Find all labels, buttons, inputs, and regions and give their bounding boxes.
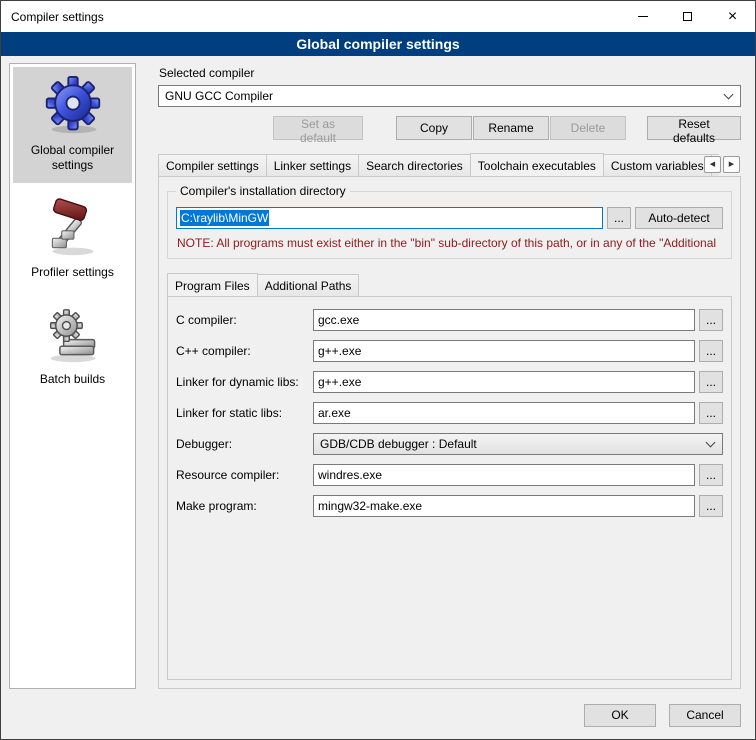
make-program-input[interactable] <box>313 495 695 517</box>
debugger-label: Debugger: <box>176 437 313 451</box>
field-row-c-compiler: C compiler: ... <box>176 309 723 331</box>
compiler-select-value: GNU GCC Compiler <box>165 89 273 103</box>
resource-compiler-input[interactable] <box>313 464 695 486</box>
hammer-icon <box>43 197 103 257</box>
c-compiler-input[interactable] <box>313 309 695 331</box>
compiler-actions: Set as default Copy Rename Delete Reset … <box>158 116 741 140</box>
tab-additional-paths[interactable]: Additional Paths <box>257 274 360 296</box>
tab-linker-settings[interactable]: Linker settings <box>266 154 359 176</box>
arrow-left-icon: ◀ <box>710 161 715 168</box>
program-files-panel: C compiler: ... C++ compiler: ... Linker… <box>167 296 732 680</box>
chevron-down-icon <box>724 90 734 100</box>
installation-directory-row: C:\raylib\MinGW ... Auto-detect <box>176 207 723 229</box>
field-row-static-linker: Linker for static libs: ... <box>176 402 723 424</box>
sidebar-item-batch-builds[interactable]: Batch builds <box>13 296 132 397</box>
field-row-debugger: Debugger: GDB/CDB debugger : Default <box>176 433 723 455</box>
field-row-cpp-compiler: C++ compiler: ... <box>176 340 723 362</box>
field-row-make-program: Make program: ... <box>176 495 723 517</box>
tab-scroll-left-button[interactable]: ◀ <box>704 156 721 173</box>
dynamic-linker-browse-button[interactable]: ... <box>699 371 723 393</box>
delete-button[interactable]: Delete <box>550 116 626 140</box>
sidebar-item-global-compiler-settings[interactable]: Global compiler settings <box>13 67 132 183</box>
gears-gray-icon <box>43 304 103 364</box>
sidebar-item-label: Global compiler settings <box>15 143 130 173</box>
compiler-select[interactable]: GNU GCC Compiler <box>158 85 741 107</box>
cancel-button[interactable]: Cancel <box>669 704 741 727</box>
toolchain-executables-panel: Compiler's installation directory C:\ray… <box>158 176 741 689</box>
cpp-compiler-browse-button[interactable]: ... <box>699 340 723 362</box>
c-compiler-browse-button[interactable]: ... <box>699 309 723 331</box>
debugger-select[interactable]: GDB/CDB debugger : Default <box>313 433 723 455</box>
sidebar: Global compiler settings Profiler settin… <box>9 63 136 689</box>
dynamic-linker-input[interactable] <box>313 371 695 393</box>
installation-directory-group-title: Compiler's installation directory <box>176 184 350 198</box>
static-linker-label: Linker for static libs: <box>176 406 313 420</box>
c-compiler-label: C compiler: <box>176 313 313 327</box>
window-title: Compiler settings <box>1 10 104 24</box>
dynamic-linker-label: Linker for dynamic libs: <box>176 375 313 389</box>
make-program-browse-button[interactable]: ... <box>699 495 723 517</box>
static-linker-browse-button[interactable]: ... <box>699 402 723 424</box>
static-linker-input[interactable] <box>313 402 695 424</box>
program-tabbar: Program Files Additional Paths <box>167 273 732 296</box>
close-button[interactable]: × <box>710 1 755 32</box>
arrow-right-icon: ▶ <box>729 161 734 168</box>
auto-detect-button[interactable]: Auto-detect <box>635 207 723 229</box>
cpp-compiler-input[interactable] <box>313 340 695 362</box>
maximize-button[interactable] <box>665 1 710 32</box>
selected-compiler-label: Selected compiler <box>159 66 741 80</box>
page-title: Global compiler settings <box>1 32 755 56</box>
window-controls: × <box>620 1 755 32</box>
set-as-default-button[interactable]: Set as default <box>273 116 363 140</box>
compiler-settings-window: Compiler settings × Global compiler sett… <box>0 0 756 740</box>
tab-custom-variables[interactable]: Custom variables <box>603 154 712 176</box>
tab-program-files[interactable]: Program Files <box>167 273 258 296</box>
sidebar-item-label: Batch builds <box>15 372 130 387</box>
install-dir-browse-button[interactable]: ... <box>607 207 631 229</box>
installation-directory-group: Compiler's installation directory C:\ray… <box>167 191 732 259</box>
chevron-down-icon <box>706 438 716 448</box>
install-dir-value: C:\raylib\MinGW <box>180 210 269 226</box>
resource-compiler-browse-button[interactable]: ... <box>699 464 723 486</box>
titlebar: Compiler settings × <box>1 1 755 32</box>
rename-button[interactable]: Rename <box>473 116 549 140</box>
sidebar-item-label: Profiler settings <box>15 265 130 280</box>
field-row-resource-compiler: Resource compiler: ... <box>176 464 723 486</box>
close-icon: × <box>728 8 737 26</box>
dialog-body: Global compiler settings Profiler settin… <box>1 56 755 699</box>
install-dir-input[interactable]: C:\raylib\MinGW <box>176 207 603 229</box>
field-row-dynamic-linker: Linker for dynamic libs: ... <box>176 371 723 393</box>
make-program-label: Make program: <box>176 499 313 513</box>
debugger-select-value: GDB/CDB debugger : Default <box>320 437 477 451</box>
gear-blue-icon <box>43 75 103 135</box>
tab-scroll-controls: ◀ ▶ <box>704 156 740 173</box>
resource-compiler-label: Resource compiler: <box>176 468 313 482</box>
reset-defaults-button[interactable]: Reset defaults <box>647 116 741 140</box>
ok-button[interactable]: OK <box>584 704 656 727</box>
main-panel: Selected compiler GNU GCC Compiler Set a… <box>149 63 747 689</box>
tab-search-directories[interactable]: Search directories <box>358 154 471 176</box>
minimize-button[interactable] <box>620 1 665 32</box>
sidebar-item-profiler-settings[interactable]: Profiler settings <box>13 189 132 290</box>
dialog-footer: OK Cancel <box>1 699 755 739</box>
copy-button[interactable]: Copy <box>396 116 472 140</box>
maximize-icon <box>683 12 692 21</box>
minimize-icon <box>638 16 648 17</box>
tab-toolchain-executables[interactable]: Toolchain executables <box>470 153 604 176</box>
settings-tabbar: Compiler settings Linker settings Search… <box>158 153 741 176</box>
tab-scroll-right-button[interactable]: ▶ <box>723 156 740 173</box>
cpp-compiler-label: C++ compiler: <box>176 344 313 358</box>
install-dir-note: NOTE: All programs must exist either in … <box>177 236 723 250</box>
tab-compiler-settings[interactable]: Compiler settings <box>158 154 267 176</box>
